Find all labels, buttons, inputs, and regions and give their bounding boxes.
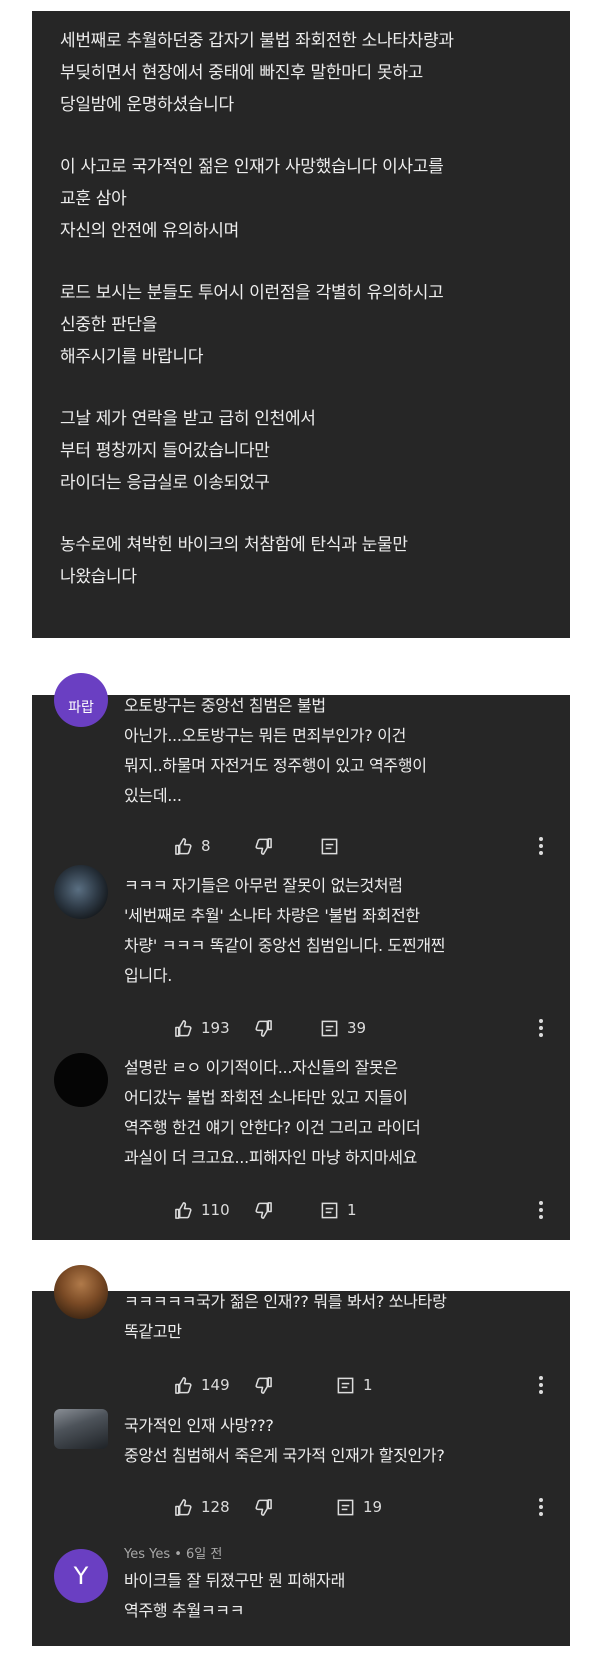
reply-button[interactable]: 19: [336, 1495, 382, 1519]
reply-count: 1: [363, 1376, 373, 1394]
reply-count: 1: [347, 1201, 357, 1219]
avatar[interactable]: [54, 1053, 108, 1107]
thumbs-down-icon: [255, 1376, 272, 1394]
dislike-button[interactable]: [254, 1198, 273, 1222]
thumbs-up-icon: [175, 1201, 192, 1219]
thumbs-down-icon: [255, 1019, 272, 1037]
dislike-button[interactable]: [254, 834, 273, 858]
post-paragraph: 그날 제가 연락을 받고 급히 인천에서 부터 평창까지 들어갔습니다만 라이더…: [60, 409, 316, 493]
comment-icon: [321, 1020, 338, 1036]
reply-button[interactable]: [320, 834, 347, 858]
reply-button[interactable]: 39: [320, 1016, 366, 1040]
like-count: 193: [201, 1019, 230, 1037]
more-options-icon[interactable]: [538, 1016, 544, 1040]
like-button[interactable]: 193: [174, 1016, 230, 1040]
like-button[interactable]: 8: [174, 834, 211, 858]
comment-text: 국가적인 인재 사망??? 중앙선 침범해서 죽은게 국가적 인재가 할짓인가?: [124, 1416, 445, 1465]
avatar[interactable]: 파랍: [54, 673, 108, 727]
like-button[interactable]: 149: [174, 1373, 230, 1397]
comment-icon: [321, 1202, 338, 1218]
comment-icon: [337, 1499, 354, 1515]
like-count: 110: [201, 1201, 230, 1219]
comment-text: 바이크들 잘 뒤졌구만 뭔 피해자래 역주행 추월ㅋㅋㅋ: [124, 1571, 346, 1620]
comment-text: 오토방구는 중앙선 침범은 불법 아닌가...오토방구는 뭐든 면죄부인가? 이…: [124, 696, 427, 805]
comment-icon: [321, 838, 338, 854]
like-count: 149: [201, 1376, 230, 1394]
post-description: 세번째로 추월하던중 갑자기 불법 좌회전한 소나타차량과 부딪히면서 현장에서…: [32, 11, 570, 638]
post-paragraph: 세번째로 추월하던중 갑자기 불법 좌회전한 소나타차량과 부딪히면서 현장에서…: [60, 31, 454, 115]
comment-actions: 8: [140, 834, 570, 858]
thumbs-up-icon: [175, 1019, 192, 1037]
reply-button[interactable]: 1: [336, 1373, 373, 1397]
post-paragraph: 농수로에 쳐박힌 바이크의 처참함에 탄식과 눈물만 나왔습니다: [60, 535, 408, 587]
more-options-icon[interactable]: [538, 1198, 544, 1222]
comment-actions: 193 39: [140, 1016, 570, 1040]
comment-text: 설명란 ㄹㅇ 이기적이다...자신들의 잘못은 어디갔누 불법 좌회전 소나타만…: [124, 1058, 421, 1167]
more-options-icon[interactable]: [538, 1373, 544, 1397]
dislike-button[interactable]: [254, 1373, 273, 1397]
like-count: 8: [201, 837, 211, 855]
more-options-icon[interactable]: [538, 1495, 544, 1519]
comment-actions: 128 19: [140, 1495, 570, 1519]
like-button[interactable]: 128: [174, 1495, 230, 1519]
avatar[interactable]: [54, 1409, 108, 1449]
comments-section: 파랍 오토방구는 중앙선 침범은 불법 아닌가...오토방구는 뭐든 면죄부인가…: [32, 673, 570, 1240]
post-paragraph: 로드 보시는 분들도 투어시 이런점을 각별히 유의하시고 신중한 판단을 해주…: [60, 283, 444, 367]
post-paragraph: 이 사고로 국가적인 젊은 인재가 사망했습니다 이사고를 교훈 삼아 자신의 …: [60, 157, 444, 241]
reply-button[interactable]: 1: [320, 1198, 357, 1222]
avatar[interactable]: [54, 1265, 108, 1319]
comment-actions: 110 1: [140, 1198, 570, 1222]
comment-icon: [337, 1377, 354, 1393]
thumbs-up-icon: [175, 837, 192, 855]
comments-section: ㅋㅋㅋㅋㅋ국가 젊은 인재?? 뭐를 봐서? 쏘나타랑 똑같고만 149 1 국…: [32, 1265, 570, 1646]
thumbs-up-icon: [175, 1376, 192, 1394]
avatar[interactable]: [54, 865, 108, 919]
like-button[interactable]: 110: [174, 1198, 230, 1222]
comment-text: ㅋㅋㅋ 자기들은 아무런 잘못이 없는것처럼 '세번째로 추월' 소나타 차량은…: [124, 876, 446, 985]
comment-author-time[interactable]: Yes Yes • 6일 전: [124, 1543, 542, 1562]
comment-text: ㅋㅋㅋㅋㅋ국가 젊은 인재?? 뭐를 봐서? 쏘나타랑 똑같고만: [124, 1292, 447, 1341]
comment-actions: 149 1: [140, 1373, 570, 1397]
dislike-button[interactable]: [254, 1016, 273, 1040]
dislike-button[interactable]: [254, 1495, 273, 1519]
reply-count: 39: [347, 1019, 367, 1037]
more-options-icon[interactable]: [538, 834, 544, 858]
reply-count: 19: [363, 1498, 383, 1516]
thumbs-down-icon: [255, 1498, 272, 1516]
thumbs-down-icon: [255, 837, 272, 855]
thumbs-down-icon: [255, 1201, 272, 1219]
thumbs-up-icon: [175, 1498, 192, 1516]
like-count: 128: [201, 1498, 230, 1516]
avatar[interactable]: Y: [54, 1549, 108, 1603]
